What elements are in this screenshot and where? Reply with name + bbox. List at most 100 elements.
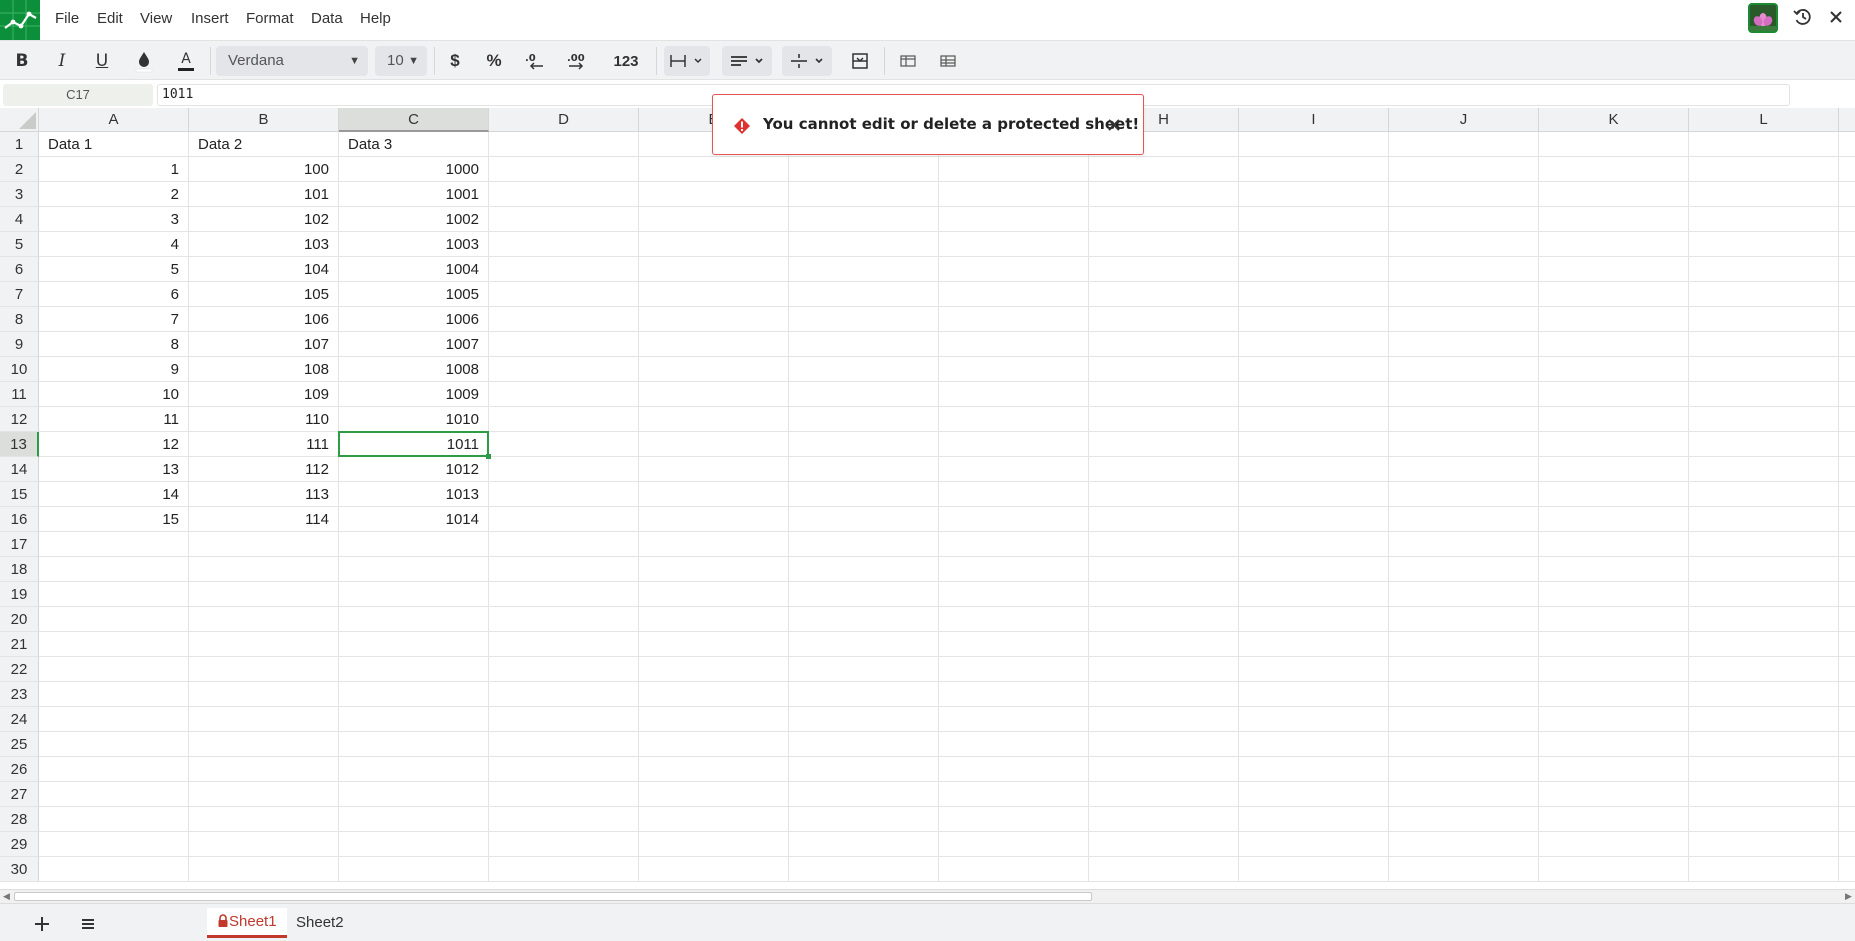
grid-cell[interactable] [1239,457,1389,482]
grid-cell[interactable] [489,807,639,832]
grid-cell[interactable] [1539,632,1689,657]
grid-cell[interactable] [1389,507,1539,532]
column-header[interactable]: K [1539,108,1689,132]
grid-cell[interactable] [1239,332,1389,357]
grid-cell[interactable] [939,382,1089,407]
grid-cell[interactable] [1239,132,1389,157]
grid-cell[interactable] [1239,557,1389,582]
grid-cell[interactable]: 3 [39,207,189,232]
row-header[interactable]: 19 [0,582,39,607]
grid-cell[interactable] [1089,832,1239,857]
grid-cell[interactable]: 110 [189,407,339,432]
grid-cell[interactable]: 15 [39,507,189,532]
grid-cell[interactable] [1089,357,1239,382]
grid-cell[interactable] [189,657,339,682]
number-format-button[interactable]: 123 [606,46,646,76]
grid-cell[interactable] [1089,532,1239,557]
grid-cell[interactable] [1089,182,1239,207]
grid-cell[interactable] [939,682,1089,707]
grid-cell[interactable] [489,507,639,532]
grid-cell[interactable] [939,657,1089,682]
grid-cell[interactable] [639,732,789,757]
grid-cell[interactable] [39,782,189,807]
grid-cell[interactable] [489,157,639,182]
grid-cell[interactable] [189,732,339,757]
grid-cell[interactable] [1089,557,1239,582]
column-header[interactable]: D [489,108,639,132]
grid-cell[interactable] [639,207,789,232]
grid-cell[interactable] [639,382,789,407]
grid-cell[interactable] [489,332,639,357]
grid-cell[interactable] [789,707,939,732]
grid-cell[interactable] [789,607,939,632]
grid-cell[interactable] [789,632,939,657]
row-header[interactable]: 29 [0,832,39,857]
merge-icon[interactable] [846,46,874,76]
grid-cell[interactable]: 1014 [339,507,489,532]
grid-cell[interactable] [489,607,639,632]
grid-cell[interactable]: 100 [189,157,339,182]
grid-cell[interactable] [789,457,939,482]
grid-cell[interactable] [1389,532,1539,557]
grid-cell[interactable] [489,532,639,557]
grid-cell[interactable] [1239,857,1389,882]
grid-cell[interactable] [1539,207,1689,232]
grid-cell[interactable] [1689,207,1839,232]
grid-cell[interactable] [1389,157,1539,182]
grid-cell[interactable] [489,657,639,682]
grid-cell[interactable]: 1001 [339,182,489,207]
row-header[interactable]: 25 [0,732,39,757]
grid-cell[interactable] [939,432,1089,457]
row-header[interactable]: 16 [0,507,39,532]
grid-cell[interactable] [39,857,189,882]
grid-cell[interactable] [789,357,939,382]
grid-cell[interactable] [1689,857,1839,882]
grid-cell[interactable] [1689,182,1839,207]
grid-cell[interactable] [1089,657,1239,682]
grid-cell[interactable] [939,482,1089,507]
decrease-decimal-icon[interactable]: .0 [520,46,550,76]
grid-cell[interactable] [1539,357,1689,382]
fill-color-icon[interactable] [128,46,160,76]
grid-cell[interactable] [1389,457,1539,482]
grid-cell[interactable] [939,582,1089,607]
grid-cell[interactable] [939,407,1089,432]
grid-cell[interactable] [1539,507,1689,532]
grid-cell[interactable] [1689,457,1839,482]
select-all-corner[interactable] [0,108,39,132]
grid-cell[interactable] [639,782,789,807]
grid-cell[interactable] [639,257,789,282]
row-header[interactable]: 15 [0,482,39,507]
grid-cell[interactable] [789,432,939,457]
grid-cell[interactable] [1389,257,1539,282]
grid-cell[interactable] [1839,257,1855,282]
grid-cell[interactable] [1539,532,1689,557]
grid-cell[interactable] [789,507,939,532]
grid-cell[interactable] [639,807,789,832]
grid-cell[interactable] [1089,207,1239,232]
menu-file[interactable]: File [55,0,79,38]
grid-cell[interactable]: 1007 [339,332,489,357]
grid-cell[interactable] [1389,807,1539,832]
grid-cell[interactable] [1539,457,1689,482]
column-header[interactable]: C [339,108,489,132]
grid-cell[interactable] [939,182,1089,207]
grid-cell[interactable] [489,207,639,232]
grid-cell[interactable] [789,157,939,182]
grid-cell[interactable]: 1002 [339,207,489,232]
grid-cell[interactable] [1239,157,1389,182]
column-header[interactable]: L [1689,108,1839,132]
grid-cell[interactable] [789,382,939,407]
grid-cell[interactable] [1089,482,1239,507]
grid-cell[interactable] [1539,782,1689,807]
grid-cell[interactable] [1839,557,1855,582]
grid-cell[interactable] [1839,282,1855,307]
grid-cell[interactable] [1239,532,1389,557]
row-header[interactable]: 11 [0,382,39,407]
grid-cell[interactable]: 112 [189,457,339,482]
grid-cell[interactable] [339,557,489,582]
grid-cell[interactable] [39,732,189,757]
row-header[interactable]: 20 [0,607,39,632]
grid-cell[interactable] [1689,257,1839,282]
grid-cell[interactable] [789,807,939,832]
